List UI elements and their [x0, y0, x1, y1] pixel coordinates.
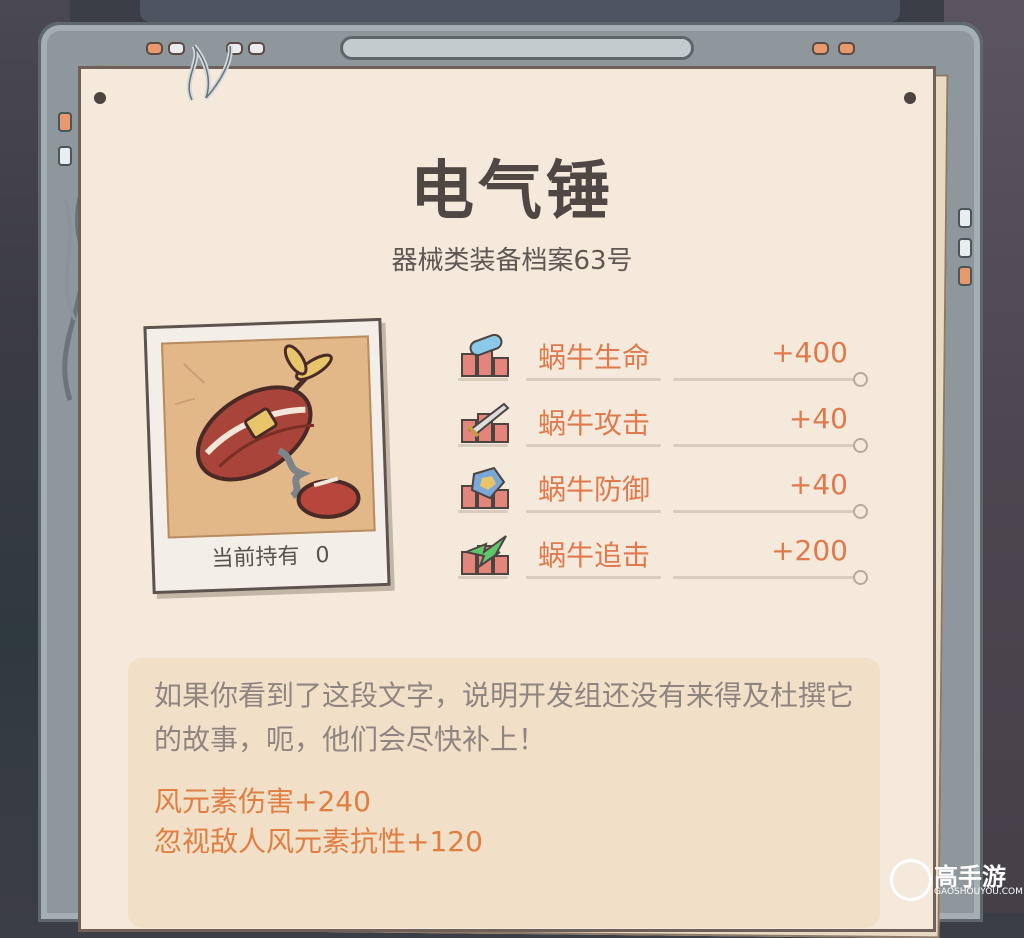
effect-line: 风元素伤害+240	[154, 785, 371, 818]
pin-icon	[94, 92, 106, 104]
capsule-icon	[461, 334, 509, 377]
stat-value: +400	[771, 336, 848, 369]
item-photo-card: 当前持有 0	[143, 317, 391, 595]
electric-hammer-icon	[174, 344, 361, 519]
stat-row: 蜗牛攻击 +40	[458, 396, 868, 453]
owned-label: 当前持有	[211, 543, 300, 572]
stat-value: +40	[788, 402, 848, 435]
stat-label: 蜗牛攻击	[538, 407, 651, 440]
frame-handle	[340, 36, 694, 60]
background-top-panel	[140, 0, 900, 22]
stat-row: 蜗牛生命 +400	[458, 330, 868, 387]
stat-value: +200	[771, 534, 848, 567]
paperclip-icon	[186, 44, 233, 102]
item-image	[160, 335, 376, 539]
stat-row: 蜗牛防御 +40	[458, 462, 868, 519]
watermark-logo-icon	[890, 859, 932, 901]
shield-icon	[461, 466, 509, 509]
item-description: 如果你看到了这段文字，说明开发组还没有来得及杜撰它的故事，呃，他们会尽快补上！	[154, 679, 855, 756]
lightning-icon	[461, 535, 509, 575]
frame-light	[838, 42, 855, 55]
frame-light	[146, 42, 163, 55]
stat-value: +40	[788, 468, 848, 501]
effect-line: 忽视敌人风元素抗性+120	[154, 825, 483, 858]
stat-label: 蜗牛生命	[538, 341, 651, 374]
pin-icon	[904, 92, 916, 104]
description-box: 如果你看到了这段文字，说明开发组还没有来得及杜撰它的故事，呃，他们会尽快补上！ …	[128, 658, 880, 928]
item-subtitle: 器械类装备档案63号	[391, 246, 633, 276]
stat-row: 蜗牛追击 +200	[458, 528, 868, 585]
sword-icon	[461, 402, 510, 443]
frame-light	[812, 42, 829, 55]
owned-count-row: 当前持有 0	[154, 535, 387, 575]
watermark-domain: GAOSHOUYOU.COM	[934, 887, 1023, 897]
stat-label: 蜗牛防御	[538, 473, 651, 506]
owned-count: 0	[315, 542, 330, 569]
item-title: 电气锤	[410, 155, 614, 229]
watermark: 高手游 GAOSHOUYOU.COM	[890, 857, 1023, 903]
stat-label: 蜗牛追击	[538, 539, 651, 572]
